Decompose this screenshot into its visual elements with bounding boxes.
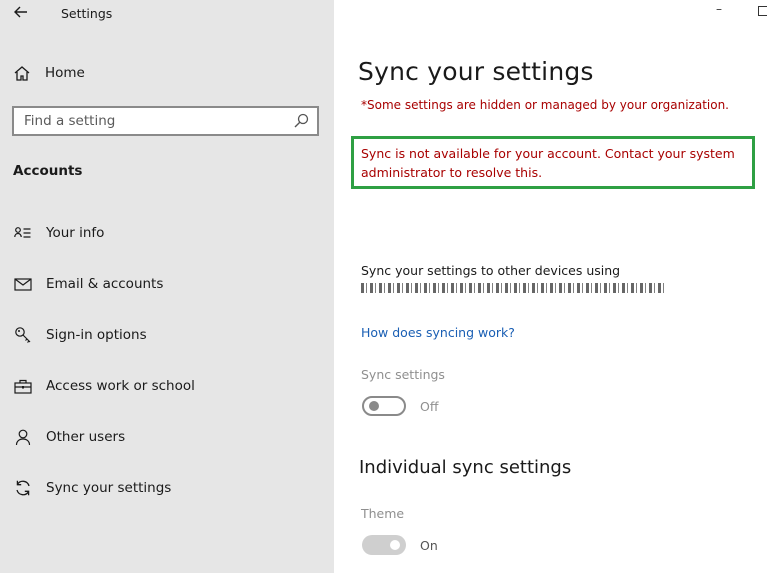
individual-sync-heading: Individual sync settings xyxy=(359,457,572,478)
person-card-icon xyxy=(13,224,33,242)
briefcase-icon xyxy=(13,377,33,395)
sidebar-item-label: Your info xyxy=(46,225,105,241)
search-input[interactable] xyxy=(24,111,284,131)
sync-settings-state: Off xyxy=(420,399,439,414)
sync-icon xyxy=(13,479,33,497)
sidebar-item-label: Sync your settings xyxy=(46,480,172,496)
theme-label: Theme xyxy=(361,506,405,521)
sidebar-item-sign-in-options[interactable]: Sign-in options xyxy=(13,324,147,346)
managed-settings-notice: *Some settings are hidden or managed by … xyxy=(361,98,729,112)
back-button[interactable] xyxy=(10,2,32,22)
mail-icon xyxy=(13,275,33,293)
redacted-account-email xyxy=(361,283,666,293)
person-icon xyxy=(13,428,33,446)
section-heading-accounts: Accounts xyxy=(13,163,83,179)
sidebar-item-sync-your-settings[interactable]: Sync your settings xyxy=(13,477,171,499)
sync-settings-label: Sync settings xyxy=(361,367,445,382)
sidebar-item-label: Email & accounts xyxy=(46,276,164,292)
page-title: Sync your settings xyxy=(358,57,594,86)
key-icon xyxy=(13,326,33,344)
toggle-knob xyxy=(369,401,379,411)
sidebar-item-your-info[interactable]: Your info xyxy=(13,222,104,244)
search-box[interactable] xyxy=(12,106,319,136)
minimize-button[interactable]: – xyxy=(716,2,722,16)
sidebar-item-home[interactable]: Home xyxy=(13,62,85,84)
app-title: Settings xyxy=(61,6,113,21)
title-bar: Settings xyxy=(0,0,334,28)
back-arrow-icon xyxy=(14,6,27,18)
home-icon xyxy=(14,66,30,81)
sidebar-item-access-work-school[interactable]: Access work or school xyxy=(13,375,195,397)
theme-state: On xyxy=(420,538,438,553)
sidebar-item-email-accounts[interactable]: Email & accounts xyxy=(13,273,163,295)
sync-description: Sync your settings to other devices usin… xyxy=(361,263,621,278)
how-syncing-works-link[interactable]: How does syncing work? xyxy=(361,325,515,340)
alert-text: Sync is not available for your account. … xyxy=(361,146,735,180)
sync-unavailable-alert: Sync is not available for your account. … xyxy=(351,136,755,189)
sidebar-item-label: Access work or school xyxy=(46,378,195,394)
maximize-button[interactable] xyxy=(758,6,767,16)
sidebar-item-label: Other users xyxy=(46,429,126,445)
sidebar: Settings Home Accounts Your info xyxy=(0,0,334,573)
sync-settings-toggle[interactable] xyxy=(362,396,406,416)
theme-toggle[interactable] xyxy=(362,535,406,555)
search-icon[interactable] xyxy=(293,113,309,129)
sidebar-item-label: Home xyxy=(45,65,85,81)
sidebar-item-label: Sign-in options xyxy=(46,327,147,343)
sidebar-item-other-users[interactable]: Other users xyxy=(13,426,125,448)
toggle-knob xyxy=(390,540,400,550)
